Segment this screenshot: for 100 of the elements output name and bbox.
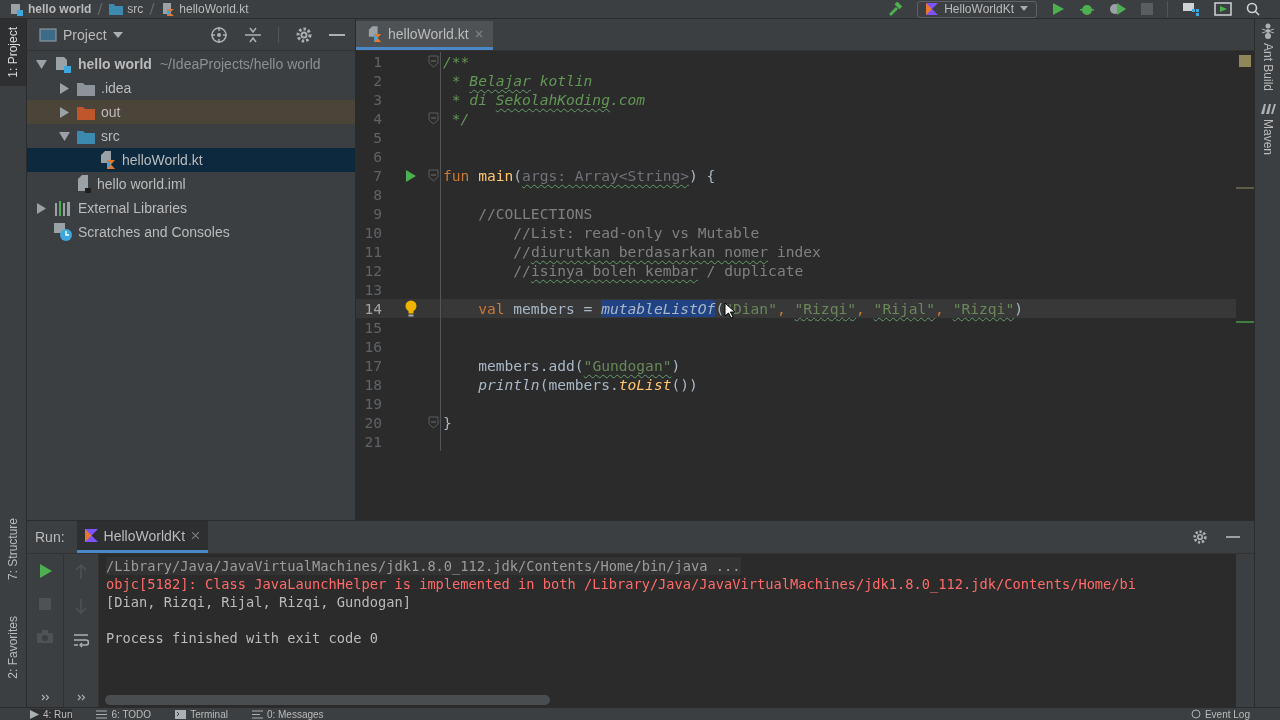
line-number: 21 (363, 433, 383, 450)
run-icon[interactable] (1051, 2, 1065, 16)
module-icon (10, 2, 24, 16)
line-number: 4 (372, 110, 383, 127)
tree-item[interactable]: Scratches and Consoles (27, 220, 355, 244)
line-number: 9 (372, 205, 383, 222)
folder-icon (109, 3, 124, 15)
tool-window-button[interactable]: 6: TODO (96, 708, 152, 720)
code-line: //COLLECTIONS (477, 204, 594, 223)
search-icon[interactable] (1246, 2, 1260, 16)
line-number: 18 (363, 376, 383, 393)
tree-item[interactable]: src (27, 124, 355, 148)
run-tab[interactable]: HelloWorldKt (76, 521, 208, 553)
tree-item[interactable]: External Libraries (27, 196, 355, 220)
soft-wrap-icon[interactable] (73, 634, 89, 648)
scrollbar-thumb[interactable] (105, 695, 550, 705)
locate-icon[interactable] (210, 25, 228, 44)
line-number: 11 (363, 243, 383, 260)
code-line: * di SekolahKoding.com (450, 90, 647, 109)
kotlin-icon (926, 3, 939, 15)
more-icon[interactable] (40, 694, 50, 701)
minimize-icon[interactable] (1226, 535, 1240, 539)
file-icon (77, 175, 91, 193)
close-icon[interactable] (474, 30, 483, 38)
list-icon (251, 709, 263, 719)
tool-window-button[interactable]: 7: Structure (0, 510, 26, 589)
line-number: 13 (363, 281, 383, 298)
fold-marker-icon[interactable] (427, 55, 439, 68)
collapsed-arrow-icon[interactable] (60, 106, 69, 118)
kotlin-file-icon (161, 2, 176, 16)
kotlin-file-icon (100, 151, 116, 169)
line-number: 17 (363, 357, 383, 374)
fold-marker-icon[interactable] (427, 416, 439, 429)
window-icon[interactable] (1214, 2, 1232, 16)
code-line: println(members.toList()) (477, 375, 699, 394)
line-number: 6 (372, 148, 383, 165)
tool-window-button[interactable]: Event Log (1190, 708, 1250, 720)
code-line: * Belajar kotlin (450, 71, 594, 90)
line-number: 16 (363, 338, 383, 355)
tree-item[interactable]: out (27, 100, 355, 124)
tree-item[interactable]: hello world ~/IdeaProjects/hello world (27, 52, 355, 76)
line-number: 15 (363, 319, 383, 336)
run-config-dropdown[interactable]: HelloWorldKt (917, 0, 1037, 18)
console-line: Process finished with exit code 0 (106, 629, 378, 647)
scratches-icon (54, 223, 72, 241)
list-icon (96, 709, 108, 719)
console-line: [Dian, Rizqi, Rijal, Rizqi, Gundogan] (106, 593, 411, 611)
project-structure-icon[interactable] (1182, 2, 1200, 16)
tool-window-button[interactable]: Maven (1259, 103, 1276, 156)
settings-icon[interactable] (295, 25, 313, 44)
settings-icon[interactable] (1192, 529, 1208, 545)
kotlin-file-icon (368, 26, 382, 42)
expanded-arrow-icon[interactable] (36, 59, 47, 69)
collapse-all-icon[interactable] (244, 26, 262, 43)
tool-window-button[interactable]: 2: Favorites (0, 608, 26, 687)
window-icon (39, 27, 57, 42)
module-icon (54, 55, 72, 73)
code-line: fun main(args: Array<String>) { (443, 166, 717, 185)
breadcrumb-item[interactable]: src (109, 2, 144, 16)
line-number: 12 (363, 262, 383, 279)
more-icon[interactable] (76, 694, 86, 701)
project-view-dropdown[interactable]: Project (39, 26, 123, 43)
collapsed-arrow-icon[interactable] (60, 82, 69, 94)
bug-icon[interactable] (1079, 2, 1095, 16)
coverage-icon[interactable] (1109, 2, 1127, 16)
warning-marker[interactable] (1239, 55, 1251, 67)
line-number: 5 (372, 129, 383, 146)
line-number: 8 (372, 186, 383, 203)
code-line: } (443, 413, 453, 432)
tool-window-button[interactable]: 0: Messages (251, 708, 324, 720)
code-line: */ (450, 109, 471, 128)
rerun-icon[interactable] (38, 564, 52, 578)
code-line: //diurutkan berdasarkan nomer index (512, 242, 822, 261)
line-number: 3 (372, 91, 383, 108)
bulb-icon[interactable] (405, 300, 417, 317)
tool-window-button[interactable]: Terminal (175, 708, 228, 720)
fold-marker-icon[interactable] (427, 169, 439, 182)
hammer-icon[interactable] (887, 2, 904, 16)
tree-item[interactable]: helloWorld.kt (27, 148, 355, 172)
tool-window-button[interactable]: 4: Run (30, 708, 73, 720)
collapsed-arrow-icon[interactable] (37, 202, 46, 214)
libraries-icon (54, 200, 72, 216)
ant-icon (1260, 23, 1275, 39)
breadcrumb-item[interactable]: hello world (10, 2, 92, 16)
close-icon[interactable] (191, 531, 200, 540)
event-log-icon (1190, 709, 1201, 719)
tool-window-button[interactable]: Ant Build (1260, 23, 1275, 92)
expanded-arrow-icon[interactable] (59, 131, 70, 141)
editor-tab[interactable]: helloWorld.kt (356, 21, 493, 50)
tool-window-button[interactable]: 1: Project (0, 19, 26, 86)
line-number: 7 (372, 167, 383, 184)
line-number: 2 (372, 72, 383, 89)
tree-item[interactable]: hello world.iml (27, 172, 355, 196)
caret-icon (1020, 6, 1028, 12)
fold-marker-icon[interactable] (427, 112, 439, 125)
run-icon[interactable] (406, 169, 416, 182)
line-number: 19 (363, 395, 383, 412)
tree-item[interactable]: .idea (27, 76, 355, 100)
line-number: 10 (363, 224, 383, 241)
breadcrumb-item[interactable]: helloWorld.kt (161, 2, 249, 16)
